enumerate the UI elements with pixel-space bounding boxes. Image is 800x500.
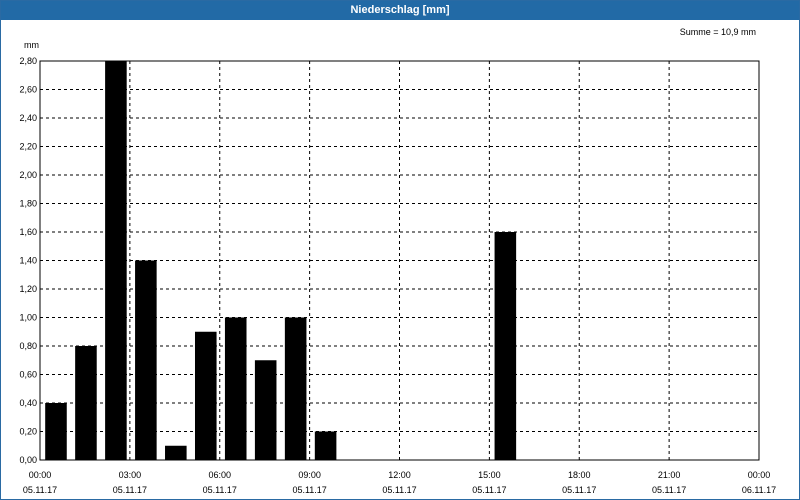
y-tick-label: 0,80 xyxy=(19,341,37,351)
precipitation-bar xyxy=(494,232,517,460)
x-tick-date-label: 05.11.17 xyxy=(113,485,147,495)
x-tick-date-label: 05.11.17 xyxy=(203,485,237,495)
sum-annotation: Summe = 10,9 mm xyxy=(680,27,756,37)
x-tick-time-label: 15:00 xyxy=(478,470,501,480)
x-tick-time-label: 21:00 xyxy=(658,470,681,480)
precipitation-bar xyxy=(45,403,67,460)
x-tick-date-label: 05.11.17 xyxy=(562,485,596,495)
window-title: Niederschlag [mm] xyxy=(1,1,799,20)
y-tick-label: 0,20 xyxy=(19,427,37,437)
y-tick-label: 2,80 xyxy=(19,56,37,66)
y-tick-label: 0,60 xyxy=(19,370,37,380)
precipitation-bar xyxy=(165,445,187,460)
y-tick-label: 2,40 xyxy=(19,113,37,123)
y-tick-label: 1,40 xyxy=(19,256,37,266)
x-tick-time-label: 09:00 xyxy=(298,470,321,480)
y-tick-label: 1,00 xyxy=(19,313,37,323)
x-tick-date-label: 06.11.17 xyxy=(742,485,776,495)
y-tick-label: 0,40 xyxy=(19,398,37,408)
y-tick-label: 2,00 xyxy=(19,170,37,180)
precipitation-bar xyxy=(254,360,277,460)
x-tick-time-label: 12:00 xyxy=(388,470,411,480)
y-tick-label: 1,60 xyxy=(19,227,37,237)
precipitation-bar xyxy=(135,260,157,460)
y-tick-label: 2,20 xyxy=(19,142,37,152)
precipitation-bar xyxy=(105,61,127,460)
y-axis-unit-label: mm xyxy=(24,40,39,50)
x-tick-time-label: 00:00 xyxy=(29,470,52,480)
precipitation-bar xyxy=(224,317,247,460)
y-tick-label: 1,80 xyxy=(19,199,37,209)
chart-window: Niederschlag [mm] mm Summe = 10,9 mm 0,00 0… xyxy=(0,0,800,500)
x-tick-time-label: 06:00 xyxy=(208,470,231,480)
x-tick-time-label: 00:00 xyxy=(748,470,771,480)
precipitation-chart: mm Summe = 10,9 mm 0,00 0,20 0,40 0,60 0,80 1,0… xyxy=(19,27,776,495)
x-tick-date-label: 05.11.17 xyxy=(472,485,506,495)
y-tick-label: 0,00 xyxy=(19,455,37,465)
precipitation-bar xyxy=(284,317,307,460)
x-tick-date-label: 05.11.17 xyxy=(23,485,57,495)
precipitation-bar xyxy=(194,331,217,460)
x-tick-date-label: 05.11.17 xyxy=(292,485,326,495)
x-tick-time-label: 18:00 xyxy=(568,470,591,480)
x-tick-time-label: 03:00 xyxy=(119,470,142,480)
y-tick-label: 2,60 xyxy=(19,85,37,95)
x-tick-date-label: 05.11.17 xyxy=(652,485,686,495)
precipitation-bar xyxy=(314,431,337,460)
precipitation-bar xyxy=(75,346,97,460)
y-tick-label: 1,20 xyxy=(19,284,37,294)
x-tick-date-label: 05.11.17 xyxy=(382,485,416,495)
